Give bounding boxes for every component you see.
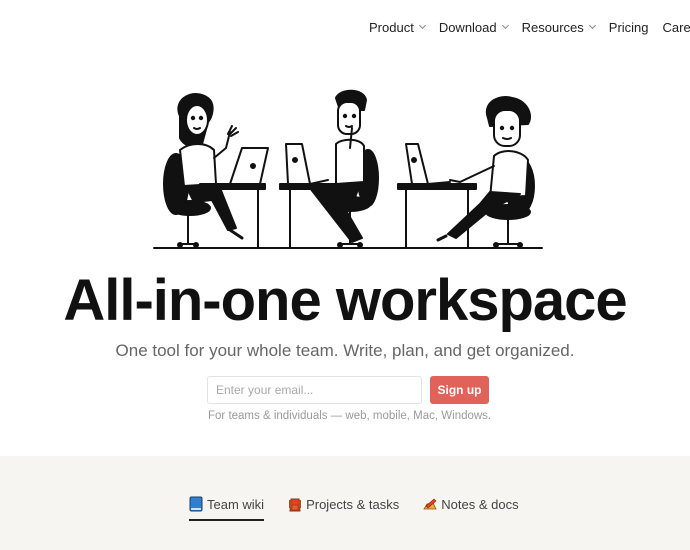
tab-notes-docs[interactable]: Notes & docs	[423, 494, 519, 514]
email-input[interactable]	[207, 376, 422, 404]
hero-illustration	[153, 89, 543, 249]
feature-tabs: Team wiki Projects & tasks Notes & docs	[189, 494, 543, 521]
pencil-memo-icon	[423, 498, 437, 510]
blue-book-icon	[189, 496, 203, 512]
tab-team-wiki[interactable]: Team wiki	[189, 494, 265, 521]
nav-pricing-label: Pricing	[608, 19, 649, 35]
nav-product[interactable]: Product	[369, 17, 426, 37]
nav-resources[interactable]: Resources	[521, 17, 596, 37]
tab-notes-docs-label: Notes & docs	[441, 496, 519, 512]
nav-careers[interactable]: Careers	[663, 17, 690, 37]
nav-resources-label: Resources	[521, 19, 584, 35]
nav-download-label: Download	[438, 19, 497, 35]
person-man-right	[436, 96, 535, 248]
chevron-down-icon	[588, 21, 596, 30]
nav-product-label: Product	[369, 19, 414, 35]
nav-pricing[interactable]: Pricing	[609, 17, 649, 37]
signup-form: Sign up	[207, 376, 489, 404]
signup-button[interactable]: Sign up	[430, 376, 489, 404]
chevron-down-icon	[418, 21, 426, 30]
top-nav: Product Download Resources Pricing Caree…	[369, 17, 690, 37]
hero-subheadline: One tool for your whole team. Write, pla…	[115, 341, 575, 360]
person-man-middle	[309, 89, 379, 248]
platforms-note: For teams & individuals — web, mobile, M…	[208, 410, 492, 422]
tab-projects-tasks[interactable]: Projects & tasks	[288, 494, 399, 514]
nav-careers-label: Careers	[662, 19, 690, 35]
person-woman	[163, 93, 244, 248]
hero-headline: All-in-one workspace	[63, 268, 627, 333]
nav-download[interactable]: Download	[438, 17, 509, 37]
tab-team-wiki-label: Team wiki	[207, 496, 265, 512]
chevron-down-icon	[501, 21, 509, 30]
tab-projects-tasks-label: Projects & tasks	[306, 496, 400, 512]
red-backpack-icon	[289, 498, 302, 512]
